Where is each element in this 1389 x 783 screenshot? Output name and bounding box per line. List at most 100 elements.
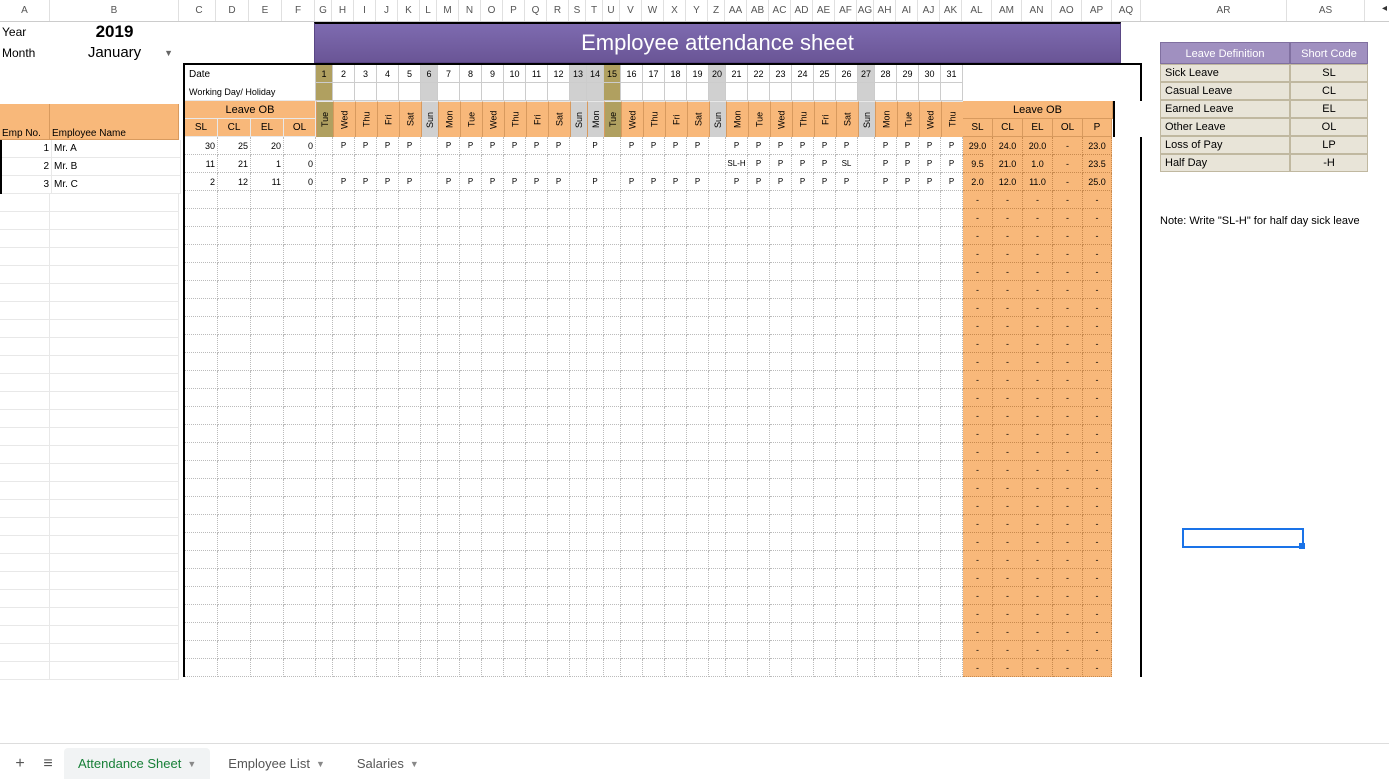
attendance-cell[interactable]	[421, 407, 438, 425]
attendance-cell[interactable]	[748, 587, 770, 605]
attendance-cell[interactable]	[333, 623, 355, 641]
attendance-cell[interactable]	[377, 605, 399, 623]
attendance-cell[interactable]: P	[665, 173, 687, 191]
attendance-cell[interactable]: P	[355, 137, 377, 155]
attendance-cell[interactable]	[919, 623, 941, 641]
attendance-cell[interactable]	[919, 425, 941, 443]
attendance-cell[interactable]	[836, 299, 858, 317]
attendance-cell[interactable]	[643, 227, 665, 245]
attendance-cell[interactable]	[438, 353, 460, 371]
attendance-cell[interactable]	[770, 281, 792, 299]
attendance-cell[interactable]: P	[460, 173, 482, 191]
attendance-cell[interactable]	[941, 227, 963, 245]
attendance-cell[interactable]	[438, 515, 460, 533]
empty-cell[interactable]	[50, 626, 179, 644]
attendance-cell[interactable]: P	[333, 173, 355, 191]
attendance-cell[interactable]	[643, 443, 665, 461]
attendance-cell[interactable]	[941, 371, 963, 389]
sum-ol[interactable]: -	[1053, 173, 1083, 191]
attendance-cell[interactable]	[460, 245, 482, 263]
attendance-cell[interactable]	[836, 371, 858, 389]
attendance-cell[interactable]	[355, 443, 377, 461]
attendance-cell[interactable]	[748, 641, 770, 659]
attendance-cell[interactable]	[709, 209, 726, 227]
attendance-cell[interactable]	[875, 659, 897, 677]
day-workday-9[interactable]	[482, 83, 504, 101]
attendance-cell[interactable]	[526, 245, 548, 263]
attendance-cell[interactable]	[709, 551, 726, 569]
sum-el[interactable]: 11.0	[1023, 173, 1053, 191]
attendance-cell[interactable]	[548, 443, 570, 461]
attendance-cell[interactable]	[792, 263, 814, 281]
attendance-cell[interactable]	[687, 605, 709, 623]
attendance-cell[interactable]	[748, 317, 770, 335]
empty-cell[interactable]	[0, 572, 50, 590]
attendance-cell[interactable]	[726, 317, 748, 335]
attendance-cell[interactable]	[438, 497, 460, 515]
attendance-cell[interactable]	[504, 443, 526, 461]
attendance-cell[interactable]	[460, 623, 482, 641]
empty-cell[interactable]	[50, 662, 179, 680]
col-A[interactable]: A	[0, 0, 50, 21]
attendance-cell[interactable]	[643, 425, 665, 443]
attendance-cell[interactable]	[709, 263, 726, 281]
attendance-cell[interactable]	[643, 353, 665, 371]
attendance-cell[interactable]	[621, 155, 643, 173]
attendance-cell[interactable]	[643, 281, 665, 299]
attendance-cell[interactable]	[792, 623, 814, 641]
attendance-cell[interactable]	[355, 263, 377, 281]
attendance-cell[interactable]	[621, 227, 643, 245]
cl-value[interactable]: 25	[218, 137, 251, 155]
empty-cell[interactable]	[0, 266, 50, 284]
attendance-cell[interactable]	[421, 515, 438, 533]
attendance-cell[interactable]	[421, 173, 438, 191]
attendance-cell[interactable]	[316, 641, 333, 659]
attendance-cell[interactable]: P	[726, 137, 748, 155]
attendance-cell[interactable]	[919, 515, 941, 533]
attendance-cell[interactable]	[355, 281, 377, 299]
attendance-cell[interactable]	[858, 173, 875, 191]
attendance-cell[interactable]	[399, 551, 421, 569]
attendance-cell[interactable]	[665, 443, 687, 461]
attendance-cell[interactable]	[604, 173, 621, 191]
attendance-cell[interactable]	[687, 353, 709, 371]
attendance-cell[interactable]: P	[748, 173, 770, 191]
attendance-cell[interactable]	[665, 407, 687, 425]
attendance-cell[interactable]	[919, 299, 941, 317]
attendance-cell[interactable]	[897, 641, 919, 659]
attendance-cell[interactable]	[748, 425, 770, 443]
attendance-cell[interactable]	[570, 245, 587, 263]
attendance-cell[interactable]	[665, 245, 687, 263]
attendance-cell[interactable]: P	[875, 137, 897, 155]
attendance-cell[interactable]	[665, 623, 687, 641]
attendance-cell[interactable]	[858, 479, 875, 497]
attendance-cell[interactable]	[897, 263, 919, 281]
tab-employee-list[interactable]: Employee List ▼	[214, 748, 339, 779]
attendance-cell[interactable]	[438, 281, 460, 299]
attendance-cell[interactable]	[438, 641, 460, 659]
attendance-cell[interactable]	[726, 605, 748, 623]
attendance-cell[interactable]	[919, 569, 941, 587]
attendance-cell[interactable]	[570, 191, 587, 209]
attendance-cell[interactable]	[643, 245, 665, 263]
attendance-cell[interactable]	[570, 605, 587, 623]
attendance-cell[interactable]	[421, 461, 438, 479]
attendance-cell[interactable]: P	[438, 137, 460, 155]
attendance-cell[interactable]	[621, 299, 643, 317]
attendance-cell[interactable]	[316, 137, 333, 155]
attendance-cell[interactable]	[333, 461, 355, 479]
attendance-cell[interactable]	[377, 281, 399, 299]
attendance-cell[interactable]	[355, 155, 377, 173]
attendance-cell[interactable]	[482, 569, 504, 587]
attendance-cell[interactable]: P	[526, 173, 548, 191]
attendance-cell[interactable]	[709, 533, 726, 551]
attendance-cell[interactable]	[897, 551, 919, 569]
attendance-cell[interactable]	[438, 371, 460, 389]
attendance-cell[interactable]	[399, 623, 421, 641]
attendance-cell[interactable]	[438, 479, 460, 497]
attendance-cell[interactable]	[919, 659, 941, 677]
attendance-cell[interactable]	[792, 317, 814, 335]
attendance-cell[interactable]	[726, 425, 748, 443]
attendance-cell[interactable]	[548, 371, 570, 389]
attendance-cell[interactable]	[421, 479, 438, 497]
